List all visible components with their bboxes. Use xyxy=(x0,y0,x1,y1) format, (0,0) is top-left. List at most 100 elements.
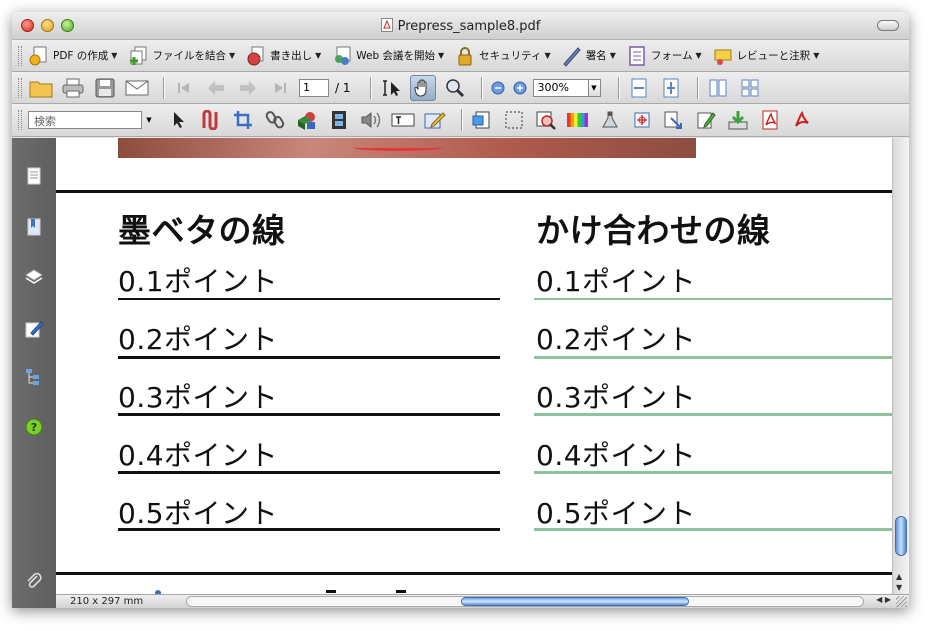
mixed-line-sample xyxy=(534,356,892,359)
crop-marks-tool[interactable] xyxy=(629,107,655,133)
forms-button[interactable]: フォーム ▼ xyxy=(626,45,702,67)
sign-label: 署名 xyxy=(585,50,607,62)
hand-tool[interactable] xyxy=(409,74,436,101)
select-text-tool[interactable] xyxy=(378,75,404,101)
toolbar-separator xyxy=(617,76,619,99)
search-input[interactable]: 検索 xyxy=(28,111,142,129)
text-field-tool[interactable] xyxy=(390,107,416,133)
help-icon[interactable]: ? xyxy=(25,418,43,436)
fix-hairlines-tool[interactable] xyxy=(661,107,687,133)
window-resize-grip[interactable] xyxy=(896,596,907,607)
link-chain-icon xyxy=(265,111,285,129)
toolbar-grip[interactable] xyxy=(18,110,22,130)
zoom-tool[interactable] xyxy=(442,75,468,101)
horizontal-scrollbar[interactable] xyxy=(186,596,864,607)
combine-files-button[interactable]: ファイルを結合 ▼ xyxy=(127,45,235,67)
article-tool[interactable] xyxy=(469,107,495,133)
paperclip-icon[interactable] xyxy=(25,572,43,590)
create-pdf-button[interactable]: PDF の作成 ▼ xyxy=(28,45,117,67)
previous-page-button[interactable] xyxy=(203,75,229,101)
loupe-tool[interactable] xyxy=(533,107,559,133)
review-comment-label: レビューと注釈 xyxy=(736,50,811,62)
zoom-out-button[interactable] xyxy=(489,75,507,101)
toolbar-separator xyxy=(461,109,462,131)
last-page-button[interactable] xyxy=(267,75,293,101)
marquee-icon xyxy=(505,111,523,129)
attach-tool[interactable] xyxy=(262,107,288,133)
model-tree-icon[interactable] xyxy=(25,368,43,386)
web-meeting-button[interactable]: Web 会議を開始 ▼ xyxy=(331,45,444,67)
create-pdf-label: PDF の作成 xyxy=(53,50,109,62)
export-button[interactable]: 書き出し ▼ xyxy=(245,45,321,67)
page-count: / 1 xyxy=(335,80,351,95)
fit-page-icon xyxy=(663,78,678,97)
first-page-button[interactable] xyxy=(171,75,197,101)
search-options-button[interactable]: ▼ xyxy=(142,111,156,129)
convert-to-pdf-tool[interactable] xyxy=(757,107,783,133)
select-object-tool[interactable] xyxy=(166,107,192,133)
touchup-object-tool[interactable] xyxy=(693,107,719,133)
signatures-icon[interactable] xyxy=(25,320,43,338)
crop-tool[interactable] xyxy=(230,107,256,133)
review-comment-button[interactable]: レビューと注釈 ▼ xyxy=(712,45,819,67)
zoom-in-button[interactable] xyxy=(511,75,529,101)
next-page-button[interactable] xyxy=(235,75,261,101)
security-button[interactable]: セキュリティ ▼ xyxy=(454,45,551,67)
mixed-line-label: 0.4ポイント xyxy=(536,439,697,472)
horizontal-scroll-thumb[interactable] xyxy=(461,597,689,606)
scroll-up-icon[interactable]: ▲ xyxy=(896,572,902,581)
mixed-line-sample xyxy=(534,298,892,300)
email-button[interactable] xyxy=(124,75,150,101)
fit-page-button[interactable] xyxy=(658,75,684,101)
acrobat-distiller-tool[interactable] xyxy=(789,107,815,133)
pdf-file-icon xyxy=(380,18,393,32)
sound-tool[interactable] xyxy=(358,107,384,133)
color-bars-icon xyxy=(567,113,588,127)
pages-icon[interactable] xyxy=(25,167,43,185)
black-line-sample xyxy=(118,356,500,359)
reading-order-icon xyxy=(202,110,218,130)
scroll-down-icon[interactable]: ▼ xyxy=(896,583,902,592)
mixed-color-lines-heading: かけ合わせの線 xyxy=(536,211,771,250)
toolbar-grip[interactable] xyxy=(18,77,22,98)
acrobat-window: Prepress_sample8.pdf PDF の作成 ▼ ファイルを結合 ▼ 書… xyxy=(12,12,909,608)
grid-view-icon xyxy=(741,79,758,96)
sign-button[interactable]: 署名 ▼ xyxy=(561,45,616,67)
two-page-view-button[interactable] xyxy=(705,75,731,101)
save-button[interactable] xyxy=(92,75,118,101)
mixed-line-label: 0.2ポイント xyxy=(536,323,697,356)
marquee-select-tool[interactable] xyxy=(501,107,527,133)
navigation-pane: ? xyxy=(12,138,56,608)
layers-icon[interactable] xyxy=(25,268,43,286)
vertical-scrollbar[interactable]: ▲ ▼ xyxy=(892,138,909,594)
tools-toolbar: 検索 ▼ xyxy=(12,104,909,137)
bookmarks-icon[interactable] xyxy=(25,218,43,236)
preflight-tool[interactable] xyxy=(597,107,623,133)
zoom-level-input[interactable]: 300% xyxy=(532,78,589,97)
document-view[interactable]: 墨ベタの線 かけ合わせの線 0.1ポイント 0.2ポイント 0.3ポイント 0.… xyxy=(56,138,892,594)
vertical-scroll-thumb[interactable] xyxy=(895,516,907,556)
toolbar-grip[interactable] xyxy=(18,45,22,66)
continuous-view-button[interactable] xyxy=(737,75,763,101)
form-icon xyxy=(629,45,645,66)
toolbar-toggle-button[interactable] xyxy=(877,20,899,31)
black-line-label: 0.5ポイント xyxy=(118,497,279,530)
crop-icon xyxy=(234,111,252,129)
zoom-dropdown-button[interactable]: ▼ xyxy=(588,78,601,97)
touchup-reading-order-tool[interactable] xyxy=(198,107,224,133)
shapes-3d-tool[interactable] xyxy=(294,107,320,133)
print-button[interactable] xyxy=(60,75,86,101)
page-number-input[interactable]: 1 xyxy=(299,78,329,97)
horizontal-scroll-arrows[interactable]: ◀ ▶ xyxy=(876,595,891,604)
create-pdf-icon xyxy=(29,46,47,65)
edit-form-tool[interactable] xyxy=(422,107,448,133)
video-tool[interactable] xyxy=(326,107,352,133)
chevron-down-icon: ▼ xyxy=(591,83,597,92)
fit-width-button[interactable] xyxy=(626,75,652,101)
black-lines-heading: 墨ベタの線 xyxy=(118,211,286,250)
output-preview-tool[interactable] xyxy=(565,107,591,133)
open-folder-button[interactable] xyxy=(28,75,54,101)
window-title-wrap: Prepress_sample8.pdf xyxy=(12,18,909,34)
photo-image xyxy=(118,138,696,158)
import-tool[interactable] xyxy=(725,107,751,133)
